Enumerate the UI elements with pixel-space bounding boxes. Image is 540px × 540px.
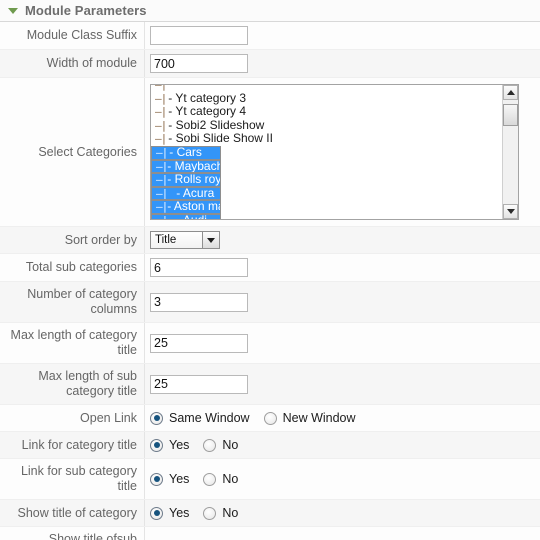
list-item[interactable]: —| - Acura (151, 186, 221, 201)
radio-link-for-category-title-yes[interactable] (150, 438, 163, 452)
list-item-label: - Yt category 3 (168, 91, 247, 105)
radio-open-link-new-window[interactable] (263, 411, 277, 425)
radio-option[interactable]: Yes (150, 438, 189, 452)
list-item[interactable]: —|- Aston martin (151, 200, 221, 214)
tree-branch-icon: —| (155, 132, 167, 146)
show-title-of-category-radio-group: Yes No (150, 506, 252, 520)
label-show-title-of-sub-category: Show title ofsub category (0, 527, 145, 540)
label-width-of-module: Width of module (0, 50, 145, 77)
max-length-of-category-title-input[interactable] (150, 333, 248, 353)
label-sort-order-by: Sort order by (0, 227, 145, 253)
list-item-label: - Aston martin (167, 200, 220, 214)
tree-branch-icon: —| (155, 118, 167, 132)
open-link-radio-group: Same Window New Window (150, 411, 370, 425)
row-show-title-of-sub-category: Show title ofsub category Yes No (0, 527, 540, 540)
scroll-up-icon[interactable] (503, 85, 518, 100)
chevron-down-icon[interactable] (202, 232, 219, 248)
tree-branch-icon: —| (155, 91, 167, 105)
number-of-category-columns-input[interactable] (150, 292, 248, 312)
tree-branch-icon: —| (156, 173, 168, 187)
tree-branch-icon: —| (156, 200, 168, 214)
list-item[interactable]: —| - Maybach (151, 159, 221, 174)
radio-open-link-same-window[interactable] (150, 411, 163, 425)
label-open-link: Open Link (0, 405, 145, 431)
module-class-suffix-input[interactable] (150, 26, 248, 45)
label-link-for-sub-category-title: Link for sub category title (0, 459, 145, 499)
page-title: Module Parameters (25, 3, 147, 18)
label-max-length-of-sub-category-title: Max length of sub category title (0, 364, 145, 404)
panel-header: Module Parameters (0, 0, 540, 21)
caret-down-icon[interactable] (8, 8, 18, 14)
tree-branch-icon: —| (156, 186, 168, 200)
list-item-label: - Yt category 4 (168, 105, 247, 119)
tree-branch-icon: —| (155, 105, 167, 119)
list-item-label: - Rolls royce (167, 173, 221, 187)
select-categories-listbox[interactable]: —| —| - Yt category 3 —| - Yt category 4 —| - … (150, 84, 519, 220)
row-number-of-category-columns: Number of category columns (0, 282, 540, 323)
radio-link-for-sub-category-title-yes[interactable] (150, 472, 163, 486)
label-total-sub-categories: Total sub categories (0, 254, 145, 281)
row-show-title-of-category: Show title of category Yes No (0, 500, 540, 527)
row-max-length-of-category-title: Max length of category title (0, 323, 540, 364)
link-for-sub-category-title-radio-group: Yes No (150, 472, 252, 486)
list-item-label: - Sobi2 Slideshow (168, 118, 265, 132)
radio-option[interactable]: New Window (263, 411, 356, 425)
list-item[interactable]: —| - Yt category 4 (151, 105, 502, 119)
row-select-categories: Select Categories —| —| - Yt category 3 —| -… (0, 78, 540, 227)
list-item[interactable]: —| - Audi (151, 213, 221, 219)
label-number-of-category-columns: Number of category columns (0, 282, 145, 322)
row-total-sub-categories: Total sub categories (0, 254, 540, 282)
row-open-link: Open Link Same Window New Window (0, 405, 540, 432)
radio-option[interactable]: Yes (150, 506, 189, 520)
list-item-label: - Maybach (167, 159, 221, 173)
sort-order-by-select[interactable]: Title (150, 231, 220, 249)
list-item-label: - Cars (169, 145, 202, 159)
tree-branch-icon: —| (155, 84, 167, 91)
list-item[interactable]: —| - Cars (151, 145, 221, 160)
row-width-of-module: Width of module (0, 50, 540, 78)
max-length-of-sub-category-title-input[interactable] (150, 374, 248, 394)
row-module-class-suffix: Module Class Suffix (0, 22, 540, 50)
label-select-categories: Select Categories (0, 78, 145, 226)
total-sub-categories-input[interactable] (150, 258, 248, 277)
row-sort-order-by: Sort order by Title (0, 227, 540, 254)
list-item[interactable]: —| - Sobi2 Slideshow (151, 119, 502, 133)
list-item[interactable]: —| (151, 84, 502, 92)
list-item-label: - Audi (176, 215, 207, 219)
radio-option[interactable]: Same Window (150, 411, 250, 425)
radio-link-for-sub-category-title-no[interactable] (203, 472, 217, 486)
radio-show-title-of-category-no[interactable] (203, 506, 217, 520)
label-show-title-of-category: Show title of category (0, 500, 145, 526)
parameters-form: Module Class Suffix Width of module Sele… (0, 22, 540, 540)
radio-option[interactable]: No (203, 438, 238, 452)
list-item[interactable]: —| - Yt category 3 (151, 92, 502, 106)
label-max-length-of-category-title: Max length of category title (0, 323, 145, 363)
tree-branch-icon: —| (156, 215, 168, 219)
radio-link-for-category-title-no[interactable] (203, 438, 217, 452)
tree-branch-icon: —| (156, 145, 168, 159)
row-link-for-category-title: Link for category title Yes No (0, 432, 540, 459)
radio-option[interactable]: No (203, 506, 238, 520)
module-parameters-panel: Module Parameters Module Class Suffix Wi… (0, 0, 540, 540)
list-item[interactable]: —| - Sobi Slide Show II (151, 132, 502, 146)
list-item[interactable]: —|- Rolls royce (151, 173, 221, 187)
radio-show-title-of-category-yes[interactable] (150, 506, 163, 520)
list-item-label: - Acura (176, 186, 215, 200)
link-for-category-title-radio-group: Yes No (150, 438, 252, 452)
radio-option[interactable]: No (203, 472, 238, 486)
scrollbar-thumb[interactable] (503, 104, 518, 126)
row-link-for-sub-category-title: Link for sub category title Yes No (0, 459, 540, 500)
listbox-scrollbar[interactable] (502, 85, 518, 219)
scroll-down-icon[interactable] (503, 204, 518, 219)
listbox-items: —| —| - Yt category 3 —| - Yt category 4 —| - … (151, 84, 502, 219)
tree-branch-icon: —| (156, 159, 168, 173)
list-item-label: - Sobi Slide Show II (168, 132, 273, 146)
width-of-module-input[interactable] (150, 54, 248, 73)
radio-option[interactable]: Yes (150, 472, 189, 486)
sort-order-by-value: Title (155, 234, 177, 246)
label-link-for-category-title: Link for category title (0, 432, 145, 458)
row-max-length-of-sub-category-title: Max length of sub category title (0, 364, 540, 405)
label-module-class-suffix: Module Class Suffix (0, 22, 145, 49)
